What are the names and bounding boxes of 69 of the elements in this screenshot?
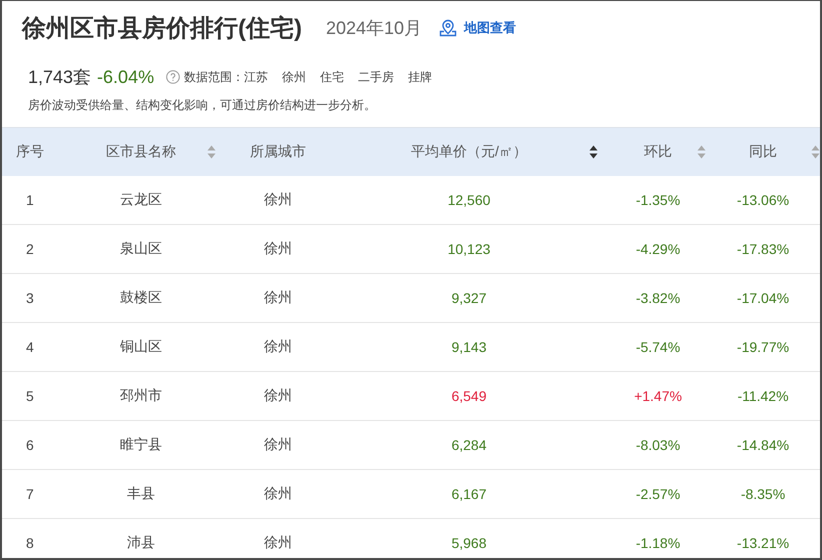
listing-count: 1,743套 [28,66,92,89]
table-cell: 5,968 [451,535,487,551]
table-cell: 5 [26,388,34,404]
table-cell: -1.18% [636,535,680,551]
table-cell: 邳州市 [120,387,162,405]
table-cell: -8.03% [636,437,680,453]
table-cell: 6,549 [451,388,487,404]
table-cell: 徐州 [264,534,292,552]
table-cell: 徐州 [264,387,292,405]
table-cell: 12,560 [448,192,490,208]
scope-tag: 挂牌 [408,68,432,86]
column-header[interactable]: 平均单价（元/㎡） [411,143,527,161]
table-cell: -17.04% [736,290,790,306]
scope-tag: 住宅 [320,68,344,86]
table-cell: 9,143 [451,339,487,355]
table-cell: 6,284 [451,437,487,453]
sort-icon[interactable] [589,145,598,159]
table-cell: -2.57% [636,486,680,502]
table-cell: -3.82% [636,290,680,306]
map-view-link[interactable]: 地图查看 [438,18,516,38]
table-cell: -19.77% [736,339,790,355]
note-text: 房价波动受供给量、结构变化影响，可通过房价结构进一步分析。 [27,97,377,114]
table-cell: -17.83% [736,241,790,257]
table-cell: 徐州 [264,191,292,209]
table-cell: 铜山区 [120,338,162,356]
table-cell: +1.47% [634,388,682,404]
table-cell: -14.84% [736,437,790,453]
table-cell: 徐州 [264,289,292,307]
column-header: 所属城市 [250,143,306,161]
scope-tag: 徐州 [282,68,306,86]
table-cell: 2 [26,241,34,257]
table-cell: 云龙区 [120,191,162,209]
table-cell: 4 [26,339,34,355]
table-cell: 泉山区 [120,240,162,258]
column-header[interactable]: 环比 [644,143,672,161]
table-cell: -8.35% [740,486,786,502]
period-label: 2024年10月 [326,17,422,40]
table-cell: 徐州 [264,436,292,454]
price-change: -6.04% [97,66,154,88]
table-cell: 鼓楼区 [120,289,162,307]
scope-label: 数据范围： [184,68,244,86]
map-pin-icon [438,18,458,38]
column-header: 序号 [16,143,44,161]
table-cell: 1 [26,192,34,208]
table-cell: 10,123 [448,241,490,257]
column-header[interactable]: 区市县名称 [106,143,176,161]
table-cell: 睢宁县 [120,436,162,454]
table-cell: -1.35% [636,192,680,208]
table-cell: 丰县 [127,485,155,503]
help-icon[interactable] [166,70,180,84]
table-cell: -5.74% [636,339,680,355]
scope-tag: 二手房 [358,68,394,86]
table-cell: 徐州 [264,485,292,503]
table-cell: 徐州 [264,338,292,356]
page-title: 徐州区市县房价排行(住宅) [22,14,302,44]
scope-tag: 江苏 [244,68,268,86]
table-cell: 6,167 [451,486,487,502]
table-cell: 9,327 [451,290,487,306]
table-cell: -11.42% [737,388,789,404]
table-cell: 7 [26,486,34,502]
table-cell: -13.06% [736,192,790,208]
table-cell: 6 [26,437,34,453]
table-cell: -13.21% [736,535,790,551]
table-cell: 徐州 [264,240,292,258]
table-cell: 沛县 [127,534,155,552]
column-header[interactable]: 同比 [749,143,777,161]
table-cell: 8 [26,535,34,551]
table-cell: 3 [26,290,34,306]
table-cell: -4.29% [636,241,680,257]
